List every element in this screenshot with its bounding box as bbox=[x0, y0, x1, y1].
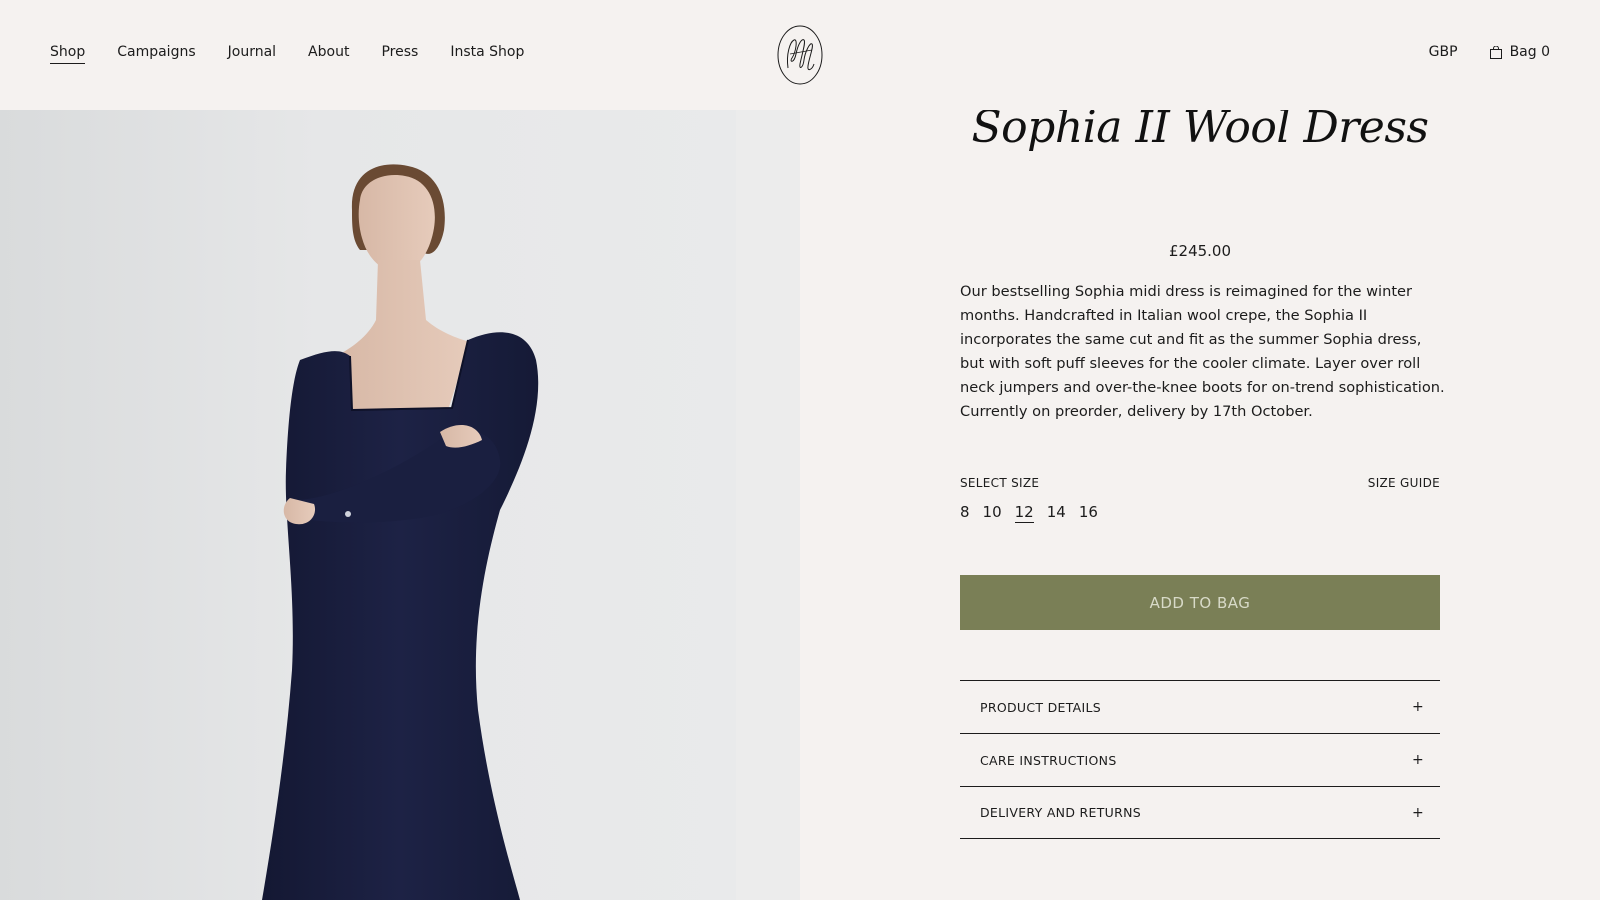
plus-icon: + bbox=[1411, 699, 1424, 715]
accordion-product-details[interactable]: PRODUCT DETAILS + bbox=[960, 680, 1440, 733]
accordion-delivery-returns[interactable]: DELIVERY AND RETURNS + bbox=[960, 786, 1440, 839]
nav-item-journal[interactable]: Journal bbox=[228, 44, 276, 64]
accordion-label: DELIVERY AND RETURNS bbox=[980, 805, 1141, 820]
brand-logo[interactable] bbox=[776, 24, 824, 86]
nav-item-press[interactable]: Press bbox=[381, 44, 418, 64]
product-accordion: PRODUCT DETAILS + CARE INSTRUCTIONS + DE… bbox=[960, 680, 1440, 839]
product-image[interactable] bbox=[0, 110, 800, 900]
accordion-care-instructions[interactable]: CARE INSTRUCTIONS + bbox=[960, 733, 1440, 786]
accordion-label: PRODUCT DETAILS bbox=[980, 699, 1101, 715]
size-options: 8 10 12 14 16 bbox=[960, 503, 1111, 523]
header-actions: GBP Bag 0 bbox=[1429, 44, 1550, 60]
add-to-bag-button[interactable]: ADD TO BAG bbox=[960, 575, 1440, 630]
nav-item-campaigns[interactable]: Campaigns bbox=[117, 44, 195, 64]
bag-button[interactable]: Bag 0 bbox=[1489, 44, 1550, 60]
page: Shop Campaigns Journal About Press Insta… bbox=[0, 0, 1600, 900]
size-header: SELECT SIZE SIZE GUIDE bbox=[960, 476, 1440, 490]
main-nav: Shop Campaigns Journal About Press Insta… bbox=[50, 44, 556, 64]
preorder-note: Currently on preorder, delivery by 17th … bbox=[960, 403, 1313, 420]
nav-item-insta-shop[interactable]: Insta Shop bbox=[450, 44, 524, 64]
nav-item-about[interactable]: About bbox=[308, 44, 349, 64]
site-header: Shop Campaigns Journal About Press Insta… bbox=[0, 0, 1600, 110]
description-paragraph: Our bestselling Sophia midi dress is rei… bbox=[960, 283, 1445, 396]
product-description: Our bestselling Sophia midi dress is rei… bbox=[960, 280, 1445, 424]
size-option-12[interactable]: 12 bbox=[1014, 503, 1034, 523]
size-guide-link[interactable]: SIZE GUIDE bbox=[1368, 476, 1440, 490]
product-photo-illustration bbox=[262, 164, 539, 900]
size-option-16[interactable]: 16 bbox=[1079, 503, 1098, 523]
size-option-8[interactable]: 8 bbox=[960, 503, 970, 523]
select-size-label: SELECT SIZE bbox=[960, 476, 1040, 490]
bag-icon bbox=[1489, 45, 1502, 59]
plus-icon: + bbox=[1411, 804, 1424, 821]
currency-selector[interactable]: GBP bbox=[1429, 44, 1458, 60]
size-option-10[interactable]: 10 bbox=[983, 503, 1002, 523]
accordion-label: CARE INSTRUCTIONS bbox=[980, 752, 1117, 768]
size-option-14[interactable]: 14 bbox=[1047, 503, 1066, 523]
product-price: £245.00 bbox=[1168, 242, 1232, 260]
bag-label: Bag 0 bbox=[1509, 44, 1550, 60]
plus-icon: + bbox=[1411, 752, 1424, 768]
nav-item-shop[interactable]: Shop bbox=[50, 44, 86, 64]
